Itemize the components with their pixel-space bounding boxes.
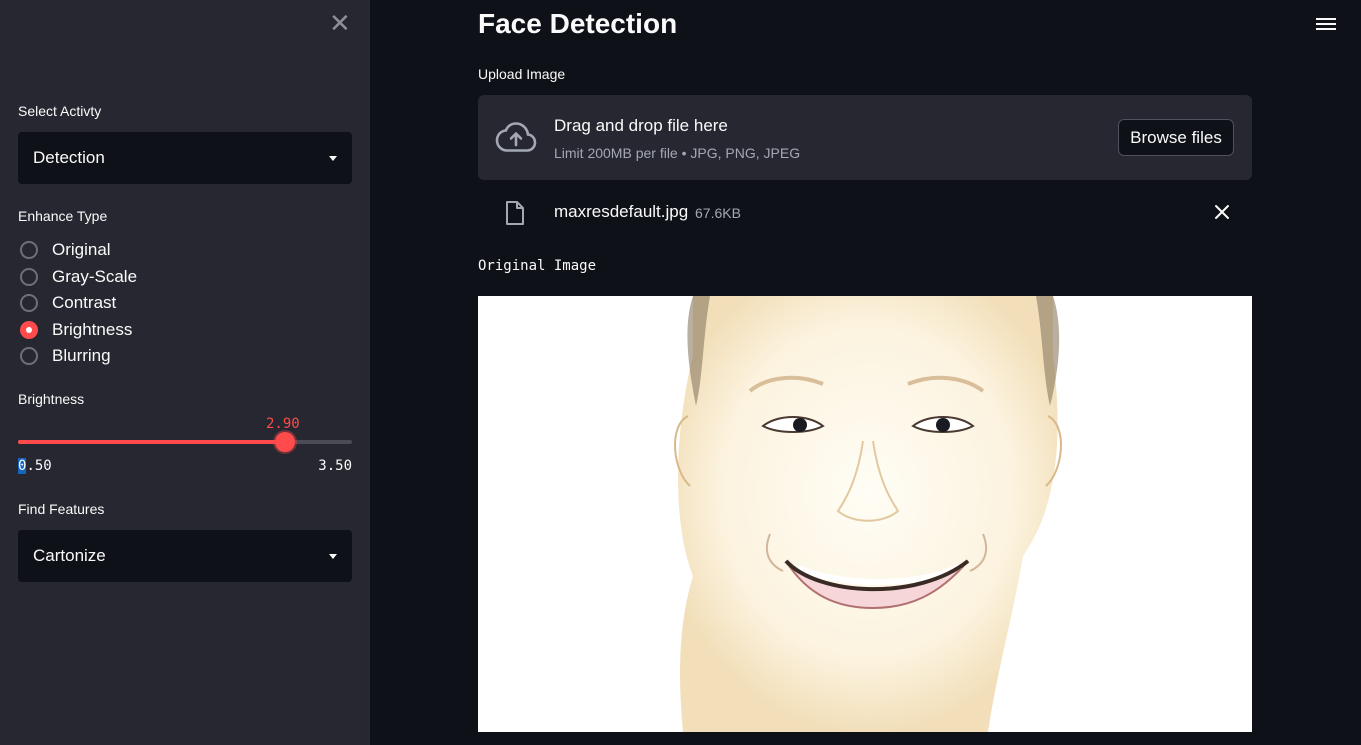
brightness-label: Brightness	[18, 391, 85, 407]
hamburger-menu-icon[interactable]	[1316, 15, 1336, 33]
sidebar: ✕ Select Activty Detection Enhance Type …	[0, 0, 370, 745]
radio-label: Original	[52, 240, 111, 260]
slider-max-value: 3.50	[318, 458, 352, 474]
radio-button[interactable]	[20, 294, 38, 313]
enhance-type-radio-group: Original Gray-Scale Contrast Brightness …	[20, 237, 137, 370]
radio-blurring[interactable]: Blurring	[20, 343, 137, 370]
dropzone-title: Drag and drop file here	[554, 116, 728, 135]
file-icon	[506, 201, 524, 225]
enhance-type-label: Enhance Type	[18, 208, 108, 224]
cloud-upload-icon	[495, 122, 537, 152]
file-size: 67.6KB	[695, 205, 741, 221]
face-photo	[478, 296, 1252, 732]
original-image	[478, 296, 1252, 732]
features-select[interactable]: Cartonize	[18, 530, 352, 582]
file-dropzone[interactable]: Drag and drop file here Limit 200MB per …	[478, 95, 1252, 180]
browse-files-button[interactable]: Browse files	[1118, 119, 1234, 156]
radio-original[interactable]: Original	[20, 237, 137, 264]
find-features-label: Find Features	[18, 501, 105, 517]
radio-label: Brightness	[52, 319, 133, 339]
chevron-down-icon	[329, 155, 337, 161]
radio-label: Gray-Scale	[52, 266, 138, 286]
radio-label: Contrast	[52, 293, 117, 313]
radio-gray-scale[interactable]: Gray-Scale	[20, 264, 137, 291]
activity-select[interactable]: Detection	[18, 132, 352, 184]
slider-thumb[interactable]	[275, 432, 295, 452]
file-name: maxresdefault.jpg	[554, 202, 689, 221]
radio-button[interactable]	[20, 241, 38, 260]
page-title: Face Detection	[478, 8, 678, 39]
slider-min-value: 0.50	[18, 458, 52, 474]
radio-contrast[interactable]: Contrast	[20, 290, 137, 317]
brightness-slider[interactable]	[18, 432, 352, 452]
radio-button-selected[interactable]	[20, 320, 38, 339]
slider-fill	[18, 440, 285, 444]
slider-current-value: 2.90	[266, 416, 300, 432]
activity-select-value: Detection	[33, 148, 105, 167]
radio-brightness[interactable]: Brightness	[20, 317, 137, 344]
original-image-caption: Original Image	[478, 258, 597, 274]
features-select-value: Cartonize	[33, 546, 106, 565]
radio-label: Blurring	[52, 346, 111, 366]
activity-label: Select Activty	[18, 103, 102, 119]
remove-file-icon[interactable]	[1210, 200, 1234, 224]
radio-button[interactable]	[20, 267, 38, 286]
radio-button[interactable]	[20, 347, 38, 366]
chevron-down-icon	[329, 553, 337, 559]
uploaded-file-row: maxresdefault.jpg 67.6KB	[478, 193, 1252, 233]
upload-label: Upload Image	[478, 66, 566, 82]
close-sidebar-icon[interactable]: ✕	[329, 10, 351, 36]
dropzone-subtitle: Limit 200MB per file • JPG, PNG, JPEG	[554, 145, 801, 161]
